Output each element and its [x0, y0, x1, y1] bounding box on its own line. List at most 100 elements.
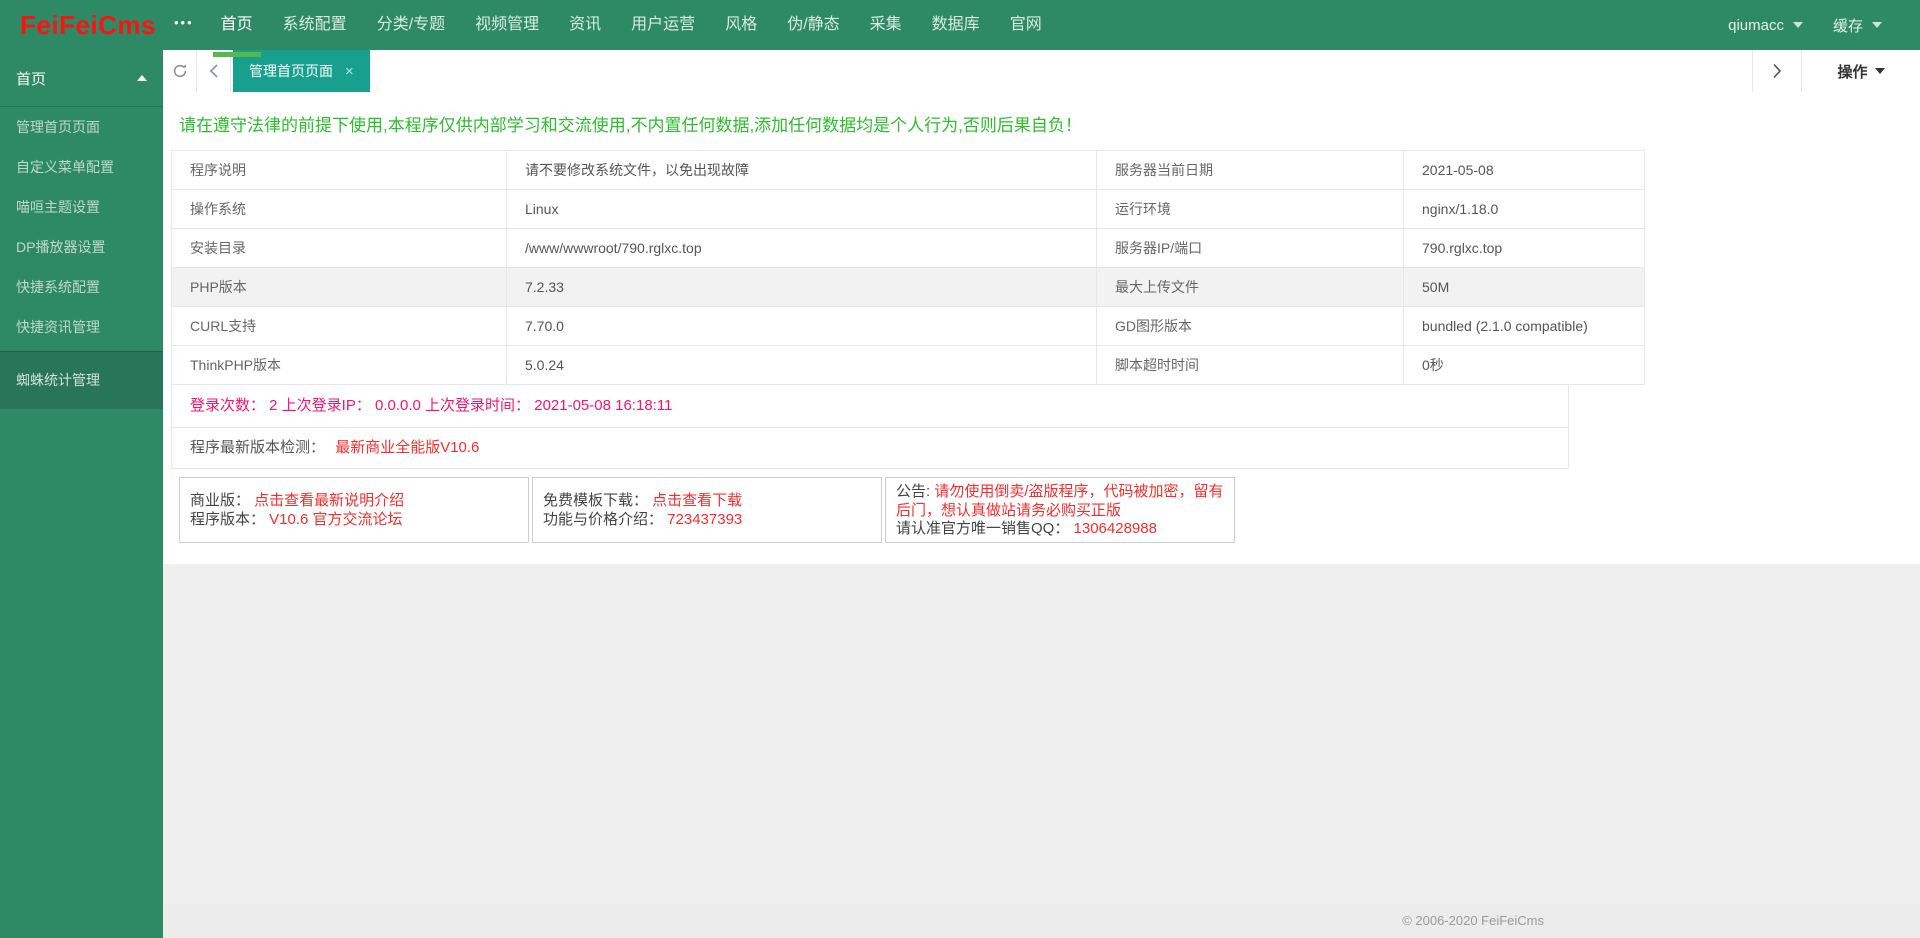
info-label: 服务器IP/端口 [1096, 228, 1404, 268]
sidebar-item-custom-menu-config[interactable]: 自定义菜单配置 [0, 147, 163, 187]
actions-dropdown[interactable]: 操作 [1802, 50, 1920, 92]
info-label: ThinkPHP版本 [171, 345, 507, 385]
table-row: PHP版本 7.2.33 最大上传文件 50M [171, 267, 1645, 307]
table-row: ThinkPHP版本 5.0.24 脚本超时时间 0秒 [171, 345, 1645, 385]
main-content: 请在遵守法律的前提下使用,本程序仅供内部学习和交流使用,不内置任何数据,添加任何… [163, 92, 1920, 938]
table-row: CURL支持 7.70.0 GD图形版本 bundled (2.1.0 compati… [171, 306, 1645, 346]
info-value: nginx/1.18.0 [1403, 189, 1645, 229]
red-link-text[interactable]: 点击查看最新说明介绍 [254, 492, 404, 509]
red-link-text[interactable]: V10.6 官方交流论坛 [269, 511, 402, 528]
top-navbar: FeiFeiCms ••• 首页 系统配置 分类/专题 视频管理 资讯 用户运营 风格 伪/静… [0, 0, 1920, 57]
sidebar-item-dp-player-settings[interactable]: DP播放器设置 [0, 227, 163, 267]
system-info-table: 程序说明 请不要修改系统文件，以免出现故障 服务器当前日期 2021-05-08 操作系… [171, 150, 1645, 385]
chevron-down-icon [1792, 22, 1803, 28]
box-label-text: 程序版本： [190, 511, 270, 528]
nav-item-video-management[interactable]: 视频管理 [460, 0, 554, 50]
red-link-text[interactable]: 请勿使用倒卖/盗版程序，代码被加密，留有后门，想认真做站请务必购买正版 [896, 483, 1224, 519]
info-label: 安装目录 [171, 228, 507, 268]
legal-warning-text: 请在遵守法律的前提下使用,本程序仅供内部学习和交流使用,不内置任何数据,添加任何… [179, 116, 1082, 135]
chevron-down-icon [1872, 22, 1882, 28]
sidebar-item-quick-news-management[interactable]: 快捷资讯管理 [0, 307, 163, 347]
sidebar-menu: 管理首页页面 自定义菜单配置 喵咺主题设置 DP播放器设置 快捷系统配置 快捷资讯管理 [0, 107, 163, 347]
info-label: 操作系统 [171, 189, 507, 229]
copyright-text: © 2006-2020 FeiFeiCms [1402, 913, 1544, 928]
info-label: CURL支持 [171, 306, 507, 346]
info-value: Linux [506, 189, 1097, 229]
info-label: GD图形版本 [1096, 306, 1404, 346]
promo-boxes: 商业版： 点击查看最新说明介绍 程序版本： V10.6 官方交流论坛 免费模板下载：… [179, 477, 1920, 543]
refresh-button[interactable] [163, 50, 197, 92]
sidebar: 首页 管理首页页面 自定义菜单配置 喵咺主题设置 DP播放器设置 快捷系统配置 快捷资讯管… [0, 50, 163, 938]
tab-close-icon[interactable]: × [345, 63, 354, 80]
refresh-icon [173, 64, 186, 78]
info-value: 5.0.24 [506, 345, 1097, 385]
dashboard-panel: 请在遵守法律的前提下使用,本程序仅供内部学习和交流使用,不内置任何数据,添加任何… [163, 92, 1920, 564]
nav-item-style[interactable]: 风格 [710, 0, 772, 50]
box-label-text: 公告: [896, 483, 935, 500]
red-link-text[interactable]: 1306428988 [1074, 520, 1157, 537]
nav-item-home[interactable]: 首页 [206, 0, 268, 57]
login-info-text: 登录次数： 2 上次登录IP： 0.0.0.0 上次登录时间： 2021-05-… [171, 385, 1569, 428]
box-label-text: 功能与价格介绍： [543, 511, 668, 528]
chevron-up-icon [137, 75, 147, 81]
chevron-left-icon [209, 64, 218, 78]
info-label: 运行环境 [1096, 189, 1404, 229]
sidebar-item-miaoxuan-theme-settings[interactable]: 喵咺主题设置 [0, 187, 163, 227]
version-check-row: 程序最新版本检测： 最新商业全能版V10.6 [171, 428, 1569, 469]
info-value: 0秒 [1403, 345, 1645, 385]
table-row: 安装目录/www/wwwroot/790.rglxc.top 服务器IP/端口 79… [171, 228, 1645, 268]
info-value: bundled (2.1.0 compatible) [1403, 306, 1645, 346]
chevron-right-icon [1773, 63, 1782, 79]
box-line: 程序版本： V10.6 官方交流论坛 [190, 510, 518, 529]
sidebar-item-quick-system-config[interactable]: 快捷系统配置 [0, 267, 163, 307]
nav-item-official-site[interactable]: 官网 [995, 0, 1057, 50]
box-line: 请认准官方唯一销售QQ： 1306428988 [896, 519, 1224, 538]
navbar-right: qiumacc 缓存 [1728, 15, 1920, 36]
nav-item-news[interactable]: 资讯 [554, 0, 616, 50]
box-label-text: 请认准官方唯一销售QQ： [896, 520, 1074, 537]
nav-item-database[interactable]: 数据库 [917, 0, 995, 50]
nav-item-user-operation[interactable]: 用户运营 [616, 0, 710, 50]
sidebar-group-spider-stats[interactable]: 蜘蛛统计管理 [0, 351, 163, 409]
tab-bar-right: 操作 [1752, 50, 1920, 92]
info-label: 服务器当前日期 [1096, 150, 1404, 190]
more-menu-icon[interactable]: ••• [174, 15, 206, 36]
version-check-link[interactable]: 最新商业全能版V10.6 [335, 439, 479, 456]
nav-item-pseudo-static[interactable]: 伪/静态 [772, 0, 854, 50]
info-value: 2021-05-08 [1403, 150, 1645, 190]
info-value: 7.70.0 [506, 306, 1097, 346]
box-line: 免费模板下载： 点击查看下载 [543, 491, 871, 510]
info-box-3: 公告: 请勿使用倒卖/盗版程序，代码被加密，留有后门，想认真做站请务必购买正版请… [885, 477, 1235, 543]
sidebar-group-home[interactable]: 首页 [0, 50, 163, 107]
tab-forward-button[interactable] [1752, 50, 1802, 92]
table-row: 操作系统 Linux 运行环境 nginx/1.18.0 [171, 189, 1645, 229]
box-line: 功能与价格介绍： 723437393 [543, 510, 871, 529]
info-box-1: 商业版： 点击查看最新说明介绍 程序版本： V10.6 官方交流论坛 [179, 477, 529, 543]
tab-bar: 管理首页页面 × 操作 [163, 50, 1920, 93]
username-label: qiumacc [1728, 16, 1784, 34]
nav-item-category-topic[interactable]: 分类/专题 [362, 0, 460, 50]
cache-menu[interactable]: 缓存 [1833, 15, 1882, 36]
info-label: 最大上传文件 [1096, 267, 1404, 307]
sidebar-group-title: 首页 [16, 70, 47, 88]
nav-item-collect[interactable]: 采集 [855, 0, 917, 50]
red-link-text[interactable]: 723437393 [667, 511, 742, 528]
info-box-2: 免费模板下载： 点击查看下载 功能与价格介绍： 723437393 [532, 477, 882, 543]
info-value: /www/wwwroot/790.rglxc.top [506, 228, 1097, 268]
table-row: 程序说明 请不要修改系统文件，以免出现故障 服务器当前日期 2021-05-08 [171, 150, 1645, 190]
tab-label: 管理首页页面 [249, 63, 333, 79]
app-logo[interactable]: FeiFeiCms [0, 10, 174, 41]
info-label: 脚本超时时间 [1096, 345, 1404, 385]
info-value: 请不要修改系统文件，以免出现故障 [506, 150, 1097, 190]
nav-item-system-config[interactable]: 系统配置 [268, 0, 362, 50]
actions-label: 操作 [1837, 63, 1868, 81]
main-nav: 首页 系统配置 分类/专题 视频管理 资讯 用户运营 风格 伪/静态 采集 数据库 官网 [206, 0, 1057, 57]
box-line: 商业版： 点击查看最新说明介绍 [190, 491, 518, 510]
user-menu[interactable]: qiumacc [1728, 17, 1803, 34]
sidebar-item-manage-homepage[interactable]: 管理首页页面 [0, 107, 163, 147]
footer: © 2006-2020 FeiFeiCms [163, 904, 1920, 938]
info-label: 程序说明 [171, 150, 507, 190]
chevron-down-icon [1874, 68, 1885, 74]
box-line: 公告: 请勿使用倒卖/盗版程序，代码被加密，留有后门，想认真做站请务必购买正版 [896, 482, 1224, 519]
red-link-text[interactable]: 点击查看下载 [652, 492, 742, 509]
